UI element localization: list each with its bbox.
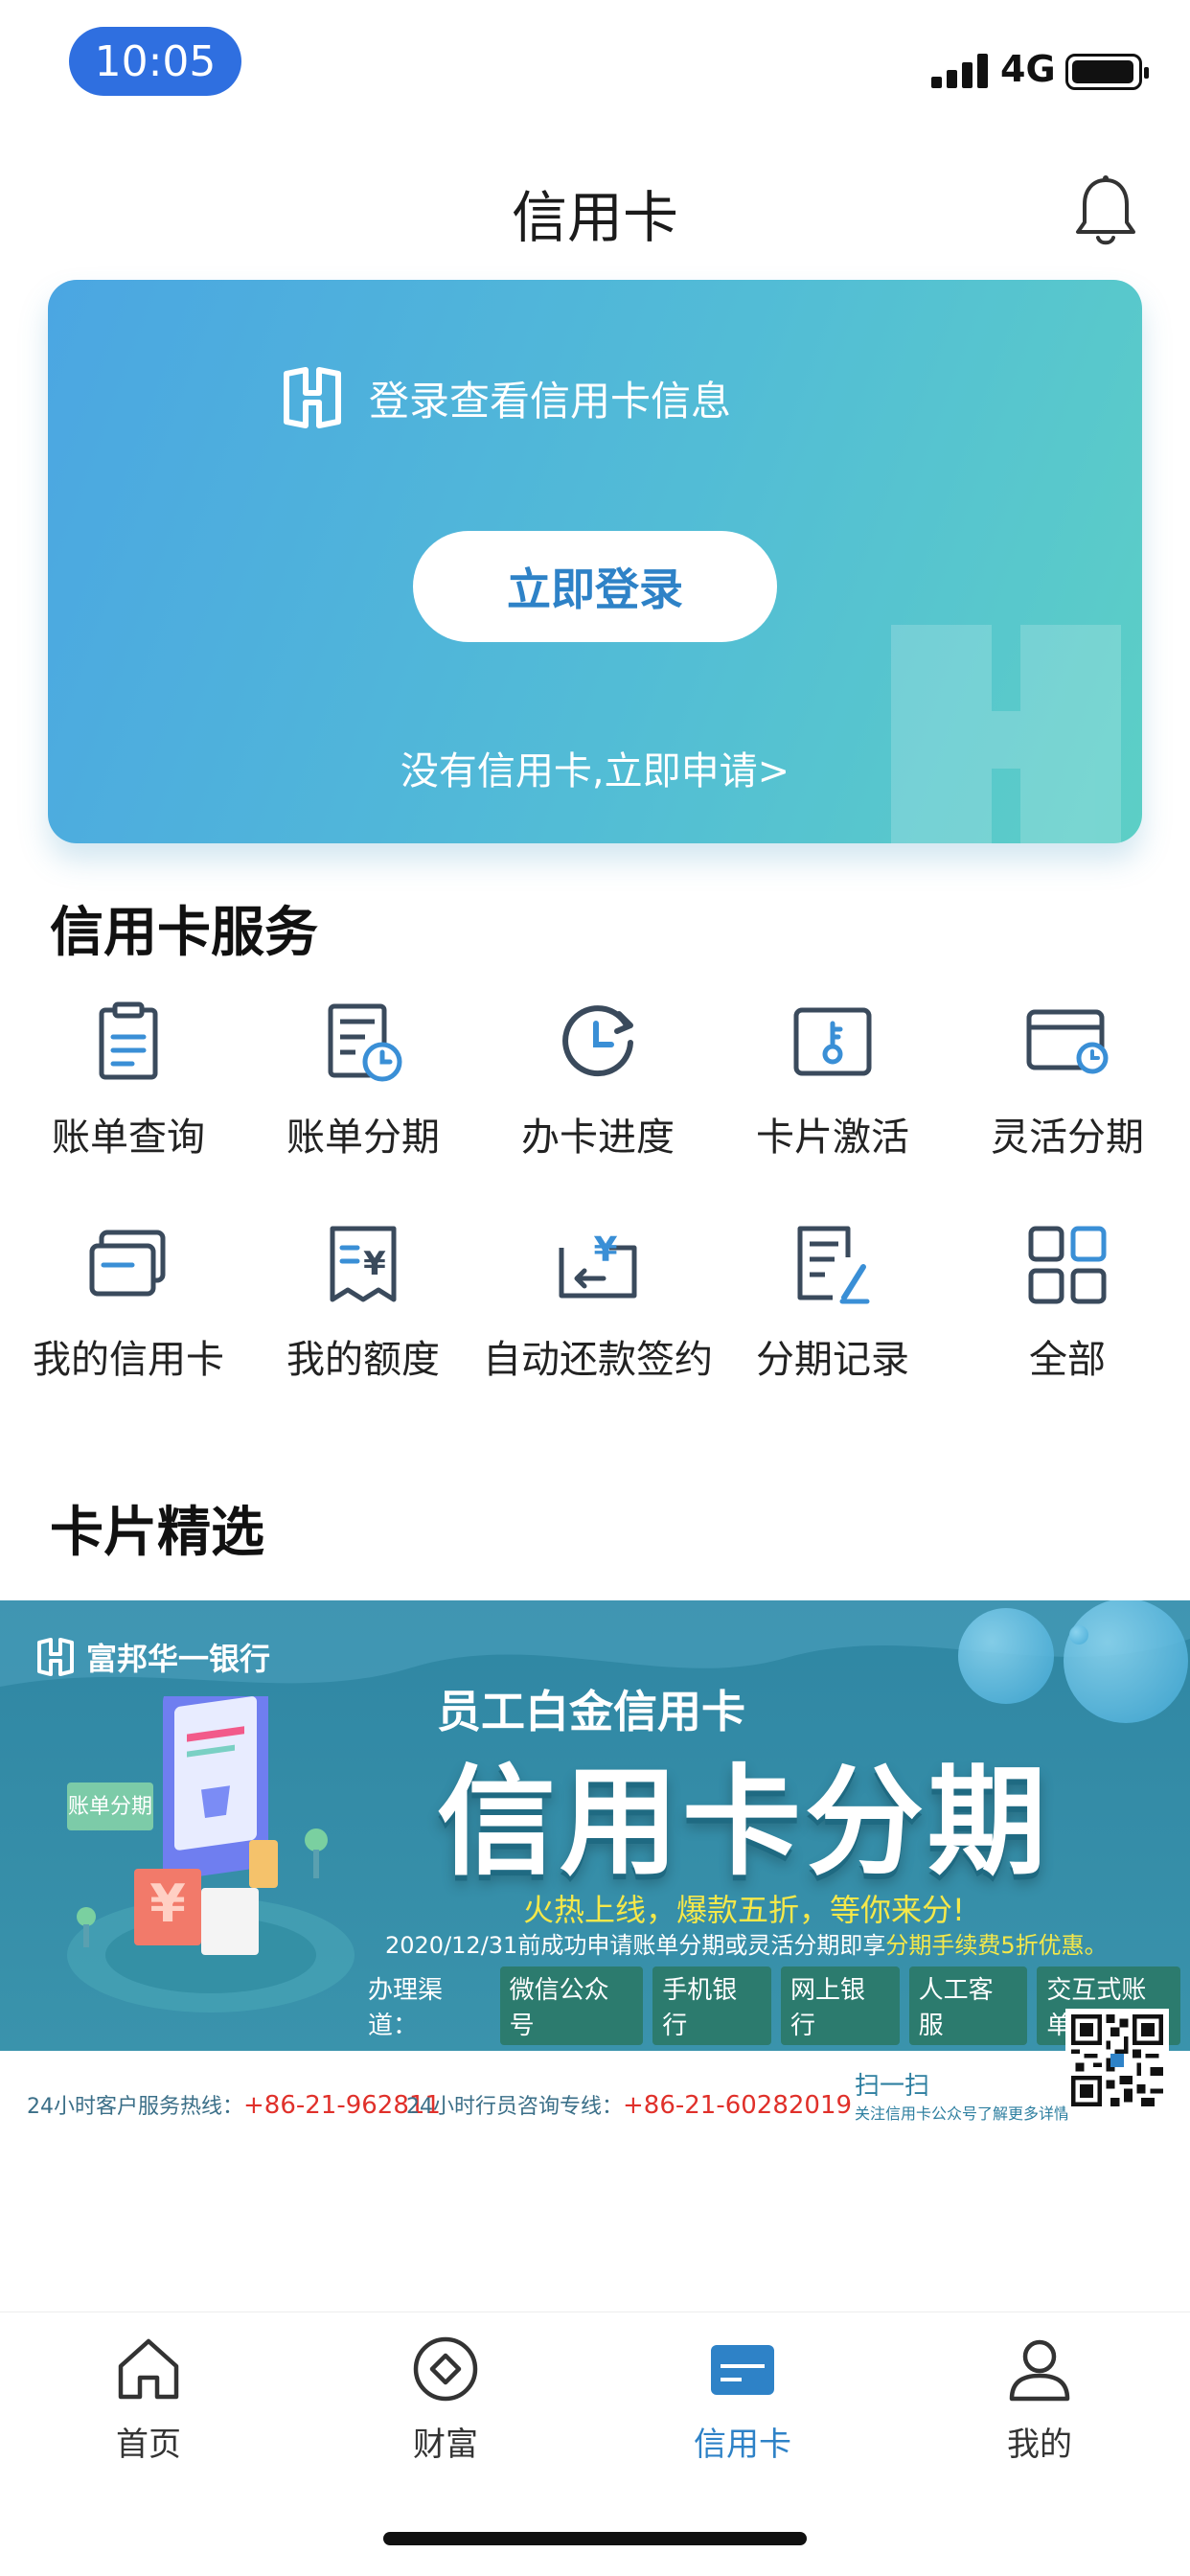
service-flexible-installment[interactable]: 灵活分期 [949, 997, 1186, 1188]
consult-number: +86-21-60282019 [623, 2091, 853, 2120]
brand-watermark-icon [891, 625, 1121, 843]
channel-chip: 人工客服 [908, 1966, 1028, 2045]
service-bill-query[interactable]: 账单查询 [10, 997, 247, 1188]
banner-description: 2020/12/31前成功申请账单分期或灵活分期即享分期手续费5折优惠。 [385, 1926, 1108, 1960]
network-type: 4G [1000, 48, 1056, 90]
service-application-progress[interactable]: 办卡进度 [479, 997, 717, 1188]
svg-text:¥: ¥ [363, 1245, 386, 1283]
bubble-decoration [1069, 1625, 1088, 1644]
banner-main-title: 信用卡分期 [437, 1754, 1051, 1892]
battery-icon [1065, 54, 1149, 90]
qr-code [1065, 2009, 1169, 2112]
scan-label: 扫一扫 [855, 2072, 930, 2101]
tab-wealth[interactable]: 财富 [297, 2334, 594, 2477]
tab-profile[interactable]: 我的 [891, 2334, 1188, 2477]
bank-logo-icon [37, 1638, 74, 1676]
banner-slogan: 火热上线，爆款五折，等你来分! [523, 1892, 965, 1928]
service-label: 全部 [1029, 1338, 1106, 1382]
svg-text:¥: ¥ [149, 1874, 186, 1934]
service-label: 我的额度 [286, 1338, 440, 1382]
illustration-tag: 账单分期 [68, 1795, 152, 1819]
service-my-cards[interactable]: 我的信用卡 [10, 1219, 247, 1411]
login-button[interactable]: 立即登录 [413, 531, 777, 642]
grid-icon [1028, 1226, 1107, 1304]
page-title: 信用卡 [511, 185, 678, 250]
login-hint: 登录查看信用卡信息 [369, 377, 732, 425]
bubble-decoration [1064, 1600, 1188, 1723]
home-icon [118, 2338, 179, 2400]
phone-illustration: 账单分期 ¥ [67, 1696, 355, 2012]
tab-label: 信用卡 [694, 2426, 791, 2464]
credit-card-icon [711, 2345, 774, 2395]
tab-credit-card[interactable]: 信用卡 [594, 2334, 891, 2477]
scan-sub-label: 关注信用卡公众号了解更多详情 [855, 2104, 1070, 2123]
service-card-activation[interactable]: 卡片激活 [714, 997, 951, 1188]
service-label: 账单查询 [52, 1116, 205, 1160]
banner-bank-brand: 富邦华一银行 [36, 1635, 270, 1679]
auto-repay-icon: ¥ [559, 1230, 637, 1299]
channel-chip: 手机银行 [652, 1966, 771, 2045]
service-bill-installment[interactable]: 账单分期 [244, 997, 482, 1188]
channel-chip: 网上银行 [780, 1966, 900, 2045]
hotline-label: 24小时客户服务热线： [27, 2095, 243, 2119]
status-bar: 10:05 4G [0, 0, 1190, 134]
receipt-yen-icon: ¥ [330, 1226, 397, 1302]
brand-logo-icon [284, 367, 341, 428]
service-label: 卡片激活 [756, 1116, 909, 1160]
banner-desc-prefix: 2020/12/31前成功申请账单分期或灵活分期即享 [385, 1932, 886, 1959]
featured-title: 卡片精选 [50, 1502, 264, 1564]
service-installment-records[interactable]: 分期记录 [714, 1219, 951, 1411]
channels-label: 办理渠道： [368, 1976, 444, 2040]
header: 信用卡 [0, 153, 1190, 259]
service-label: 我的信用卡 [33, 1338, 224, 1382]
bubble-decoration [958, 1608, 1054, 1704]
services-title: 信用卡服务 [50, 902, 318, 964]
featured-banner[interactable]: 富邦华一银行 账单分期 ¥ 员工白金信用卡 信用卡分期 火热上线，爆款五折，等你… [0, 1600, 1190, 2139]
customer-hotline: 24小时客户服务热线：+86-21-962811 [27, 2089, 441, 2120]
status-time: 10:05 [69, 27, 241, 96]
record-edit-icon [797, 1226, 870, 1304]
channel-chip: 微信公众号 [499, 1966, 644, 2045]
consult-label: 24小时行员咨询专线： [406, 2095, 623, 2119]
profile-icon [1009, 2339, 1070, 2402]
tab-home[interactable]: 首页 [0, 2334, 297, 2477]
tab-label: 我的 [1007, 2426, 1072, 2464]
card-key-icon [793, 1007, 872, 1076]
service-label: 账单分期 [286, 1116, 440, 1160]
svg-text:¥: ¥ [593, 1230, 617, 1270]
progress-clock-icon [562, 1005, 633, 1077]
banner-desc-highlight: 分期手续费5折优惠。 [885, 1932, 1108, 1959]
cards-icon [89, 1230, 166, 1297]
clipboard-icon [99, 1001, 158, 1080]
card-clock-icon [1026, 1009, 1109, 1074]
staff-consult-line: 24小时行员咨询专线：+86-21-60282019 [406, 2089, 852, 2120]
apply-card-link[interactable]: 没有信用卡,立即申请> [48, 740, 1142, 795]
service-auto-repayment[interactable]: ¥ 自动还款签约 [479, 1219, 717, 1411]
bank-name: 富邦华一银行 [86, 1641, 271, 1677]
bill-clock-icon [328, 1003, 402, 1082]
home-indicator[interactable] [383, 2532, 807, 2545]
service-my-limit[interactable]: ¥ 我的额度 [244, 1219, 482, 1411]
login-card: 登录查看信用卡信息 立即登录 没有信用卡,立即申请> [48, 280, 1142, 843]
service-all[interactable]: 全部 [949, 1219, 1186, 1411]
service-label: 灵活分期 [991, 1116, 1144, 1160]
service-label: 办卡进度 [521, 1116, 675, 1160]
service-label: 分期记录 [756, 1338, 909, 1382]
signal-icon [931, 54, 989, 88]
bell-icon[interactable] [1071, 172, 1140, 249]
wealth-icon [413, 2336, 478, 2402]
login-hint-row: 登录查看信用卡信息 [283, 366, 731, 429]
service-label: 自动还款签约 [483, 1338, 713, 1382]
tab-label: 财富 [413, 2426, 478, 2464]
tab-label: 首页 [116, 2426, 181, 2464]
